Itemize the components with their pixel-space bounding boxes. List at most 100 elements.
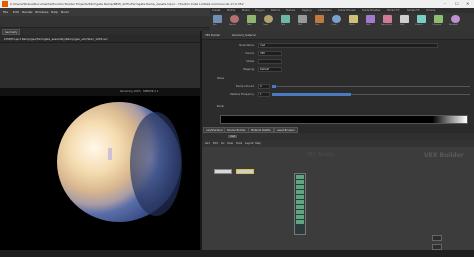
network-menu-help[interactable]: Help bbox=[255, 142, 261, 145]
network-panel: /obj/Shader/A Shader Builder Material Pa… bbox=[202, 126, 474, 257]
param-field[interactable] bbox=[258, 59, 282, 64]
network-path-bar: mat bbox=[202, 133, 474, 140]
status-bar bbox=[0, 250, 474, 257]
frequency-slider-fill[interactable] bbox=[272, 93, 351, 96]
shelf-tab-volume[interactable]: Volume bbox=[426, 9, 435, 12]
menu-bar: File Edit Render Windows Help Build bbox=[0, 8, 210, 16]
param-value: 1 bbox=[260, 93, 262, 96]
shelf-tab-guide-process[interactable]: Guide Process bbox=[338, 9, 356, 12]
sphere-shadow-side bbox=[130, 112, 182, 216]
param-label: Source bbox=[245, 52, 254, 55]
maximize-button[interactable]: ☐ bbox=[455, 1, 459, 6]
parameter-panel: VEX Builder standard_material Node Name … bbox=[202, 31, 474, 126]
shelf-tab-deform[interactable]: Deform bbox=[271, 9, 280, 12]
spray-paint-tool-label: Spray Paint bbox=[381, 24, 393, 26]
box-tool-icon[interactable] bbox=[213, 15, 222, 23]
network-navigator[interactable] bbox=[432, 235, 442, 241]
parameter-node-name: standard_material bbox=[232, 34, 256, 37]
parameter-header: VEX Builder standard_material bbox=[202, 31, 474, 40]
network-menu-add[interactable]: Add bbox=[205, 142, 210, 145]
grid-tool-label: Grid bbox=[281, 24, 286, 26]
network-menu-view[interactable]: View bbox=[227, 142, 233, 145]
param-row-ramp: Ramp bbox=[202, 104, 474, 110]
menu-build[interactable]: Build bbox=[61, 10, 69, 14]
network-menu-layout[interactable]: Layout bbox=[245, 142, 254, 145]
grid-tool-icon[interactable] bbox=[281, 15, 290, 23]
network-menu-edit[interactable]: Edit bbox=[213, 142, 218, 145]
param-label: Node Name bbox=[239, 44, 254, 47]
torus-tool-label: Torus bbox=[263, 24, 269, 26]
shelf-tab-create[interactable]: Create bbox=[212, 9, 220, 12]
left-toolbar bbox=[0, 16, 210, 28]
param-field[interactable]: 1 bbox=[258, 92, 270, 97]
font-tool-icon[interactable] bbox=[400, 15, 409, 23]
curve-tool-icon[interactable] bbox=[349, 15, 358, 23]
shelf-tab-simple-fx[interactable]: Simple FX bbox=[407, 9, 419, 12]
shelf-tab-terrain-fx[interactable]: Terrain FX bbox=[387, 9, 399, 12]
menu-edit[interactable]: Edit bbox=[13, 10, 19, 14]
shelf: Create Modify Model Polygon Deform Textu… bbox=[210, 8, 474, 31]
window-title: C:/Users/Shane/Documents/Houdini Shader … bbox=[10, 2, 244, 6]
param-value: VEX bbox=[260, 52, 266, 55]
shelf-tab-modify[interactable]: Modify bbox=[227, 9, 235, 12]
param-row-bump: Bump Amount 0 bbox=[202, 84, 474, 90]
menu-help[interactable]: Help bbox=[51, 10, 58, 14]
font-tool-label: Font bbox=[400, 24, 405, 26]
torus-tool-icon[interactable] bbox=[264, 15, 273, 23]
close-button[interactable]: ✕ bbox=[466, 1, 469, 6]
houdini-logo-icon bbox=[2, 1, 8, 7]
network-node-selected[interactable] bbox=[236, 169, 254, 174]
param-field[interactable]: mat bbox=[258, 43, 438, 48]
file-path[interactable]: $HIP/Project Ramp/geo/Farmgate_assembly/… bbox=[4, 37, 108, 41]
circle-tool-label: Circle bbox=[331, 24, 337, 26]
shelf-tab-characters[interactable]: Characters bbox=[318, 9, 332, 12]
network-path[interactable]: mat bbox=[228, 135, 238, 138]
network-context-label: VEX Builder bbox=[306, 152, 336, 158]
shelf-tab-texture[interactable]: Texture bbox=[286, 9, 295, 12]
null-tool-icon[interactable] bbox=[298, 15, 307, 23]
param-field[interactable]: Default bbox=[258, 67, 282, 72]
line-tool-icon[interactable] bbox=[315, 15, 324, 23]
text-area[interactable] bbox=[0, 43, 210, 88]
bump-slider-track[interactable] bbox=[272, 86, 470, 87]
parameter-header-title: VEX Builder bbox=[205, 34, 221, 37]
viewport-bar: Rendering 100% · RENDER 2.1 bbox=[0, 88, 200, 96]
param-field[interactable]: VEX bbox=[258, 51, 282, 56]
vex-builder-watermark: VEX Builder bbox=[424, 152, 464, 159]
l-system-tool-icon[interactable] bbox=[434, 15, 443, 23]
sphere-tool-icon[interactable] bbox=[230, 15, 239, 23]
minimize-button[interactable]: – bbox=[444, 1, 446, 6]
metaball-tool-icon[interactable] bbox=[451, 15, 460, 23]
path-tool-icon[interactable] bbox=[366, 15, 375, 23]
viewport-status: Rendering 100% · RENDER 2.1 bbox=[120, 90, 159, 93]
param-value: Default bbox=[260, 68, 270, 71]
param-field[interactable]: 0 bbox=[258, 84, 270, 89]
spray-paint-tool-icon[interactable] bbox=[383, 15, 392, 23]
shelf-tab-polygon[interactable]: Polygon bbox=[255, 9, 265, 12]
network-canvas[interactable]: VEX Builder VEX Builder bbox=[202, 147, 474, 257]
param-row-frequency: Relative Frequency 1 bbox=[202, 92, 474, 98]
network-menu-tools[interactable]: Tools bbox=[236, 142, 242, 145]
network-menu-go[interactable]: Go bbox=[221, 142, 224, 145]
node-output-list[interactable] bbox=[294, 173, 306, 235]
shelf-tab-rigging[interactable]: Rigging bbox=[302, 9, 311, 12]
network-node[interactable] bbox=[214, 169, 232, 174]
tube-tool-icon[interactable] bbox=[247, 15, 256, 23]
shelf-tab-guide-brushes[interactable]: Guide Brushes bbox=[362, 9, 380, 12]
bump-slider-fill[interactable] bbox=[272, 85, 276, 88]
param-row-noise: Noise bbox=[202, 76, 474, 82]
menu-render[interactable]: Render bbox=[22, 10, 33, 14]
param-row-node-name: Node Name mat bbox=[202, 43, 474, 49]
tube-tool-label: Tube bbox=[247, 24, 252, 26]
l-system-tool-label: L-System bbox=[432, 24, 442, 26]
title-bar: C:/Users/Shane/Documents/Houdini Shader … bbox=[0, 0, 474, 8]
path-tool-label: Path bbox=[366, 24, 371, 26]
sphere-tool-label: Sphere bbox=[229, 24, 237, 26]
platonic-tool-icon[interactable] bbox=[417, 15, 426, 23]
box-tool-label: Box bbox=[213, 24, 217, 26]
color-ramp[interactable] bbox=[220, 115, 468, 124]
menu-windows[interactable]: Windows bbox=[35, 10, 48, 14]
menu-file[interactable]: File bbox=[3, 10, 8, 14]
circle-tool-icon[interactable] bbox=[332, 15, 341, 23]
shelf-tab-model[interactable]: Model bbox=[242, 9, 250, 12]
